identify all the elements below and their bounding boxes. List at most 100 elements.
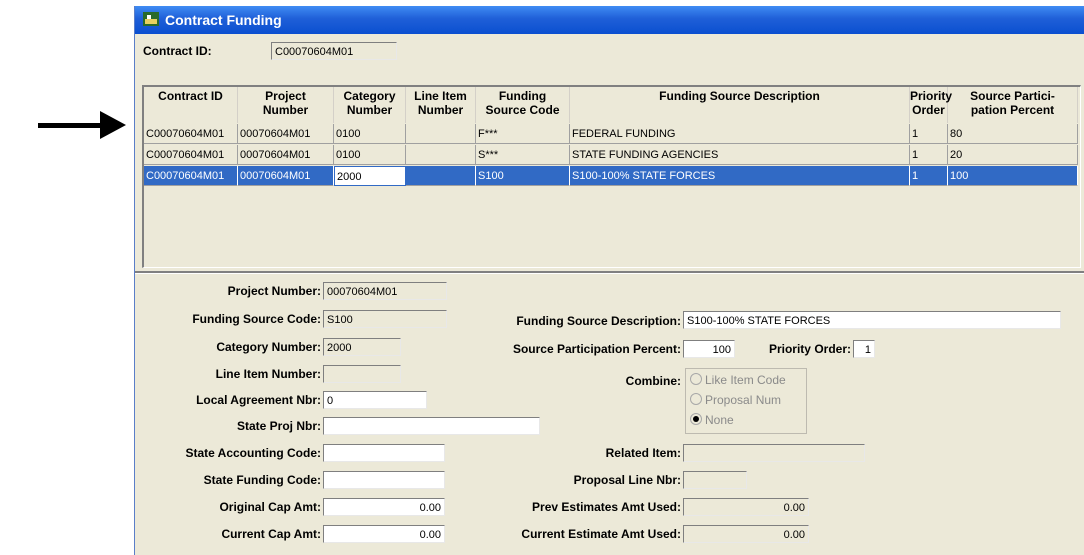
priority-order-label: Priority Order: — [768, 342, 851, 356]
radio-label: Proposal Num — [705, 393, 782, 407]
table-cell-source-participation-percent[interactable]: 20 — [948, 145, 1078, 165]
pointer-arrow-shaft — [38, 123, 103, 128]
table-cell-category-number[interactable]: 0100 — [334, 145, 406, 165]
prev-estimates-amt-used-label: Prev Estimates Amt Used: — [532, 500, 681, 514]
project-number-field[interactable]: 00070604M01 — [323, 282, 447, 300]
source-participation-percent-label: Source Participation Percent: — [512, 342, 681, 356]
column-header-project-number[interactable]: Project Number — [238, 87, 334, 123]
column-header-funding-source-description[interactable]: Funding Source Description — [570, 87, 910, 123]
pane-splitter-highlight — [135, 273, 1084, 274]
combine-option-none[interactable]: None — [690, 413, 734, 431]
related-item-label: Related Item: — [605, 446, 681, 460]
category-number-field[interactable]: 2000 — [323, 338, 401, 356]
table-cell-priority-order[interactable]: 1 — [910, 124, 948, 144]
current-cap-amt-field[interactable]: 0.00 — [323, 525, 445, 543]
table-cell-source-participation-percent[interactable]: 100 — [948, 166, 1078, 186]
combine-option-proposal-num[interactable]: Proposal Num — [690, 393, 781, 411]
related-item-field[interactable] — [683, 444, 865, 462]
line-item-number-label: Line Item Number: — [215, 367, 321, 381]
table-row[interactable]: C00070604M01 00070604M01 0100 S*** STATE FUN… — [144, 145, 1078, 165]
radio-checked-icon — [690, 413, 702, 425]
radio-unchecked-icon — [690, 373, 702, 385]
radio-label: None — [705, 413, 734, 427]
table-cell-contract-id[interactable]: C00070604M01 — [144, 124, 238, 144]
current-estimate-amt-used-field[interactable]: 0.00 — [683, 525, 809, 543]
proposal-line-nbr-label: Proposal Line Nbr: — [573, 473, 681, 487]
contract-id-label: Contract ID: — [143, 44, 212, 58]
column-header-line: Source Code — [485, 103, 560, 117]
radio-unchecked-icon — [690, 393, 702, 405]
title-bar[interactable]: Contract Funding — [135, 6, 1084, 34]
window-title: Contract Funding — [165, 12, 282, 28]
current-estimate-amt-used-label: Current Estimate Amt Used: — [521, 527, 681, 541]
table-cell-contract-id[interactable]: C00070604M01 — [144, 166, 238, 186]
contract-id-field[interactable]: C00070604M01 — [271, 42, 397, 60]
table-cell-funding-source-code[interactable]: S*** — [476, 145, 570, 165]
column-header-line: Number — [262, 103, 309, 117]
table-cell-category-number[interactable]: 0100 — [334, 124, 406, 144]
funding-source-description-field[interactable]: S100-100% STATE FORCES — [683, 311, 1061, 329]
table-cell-project-number[interactable]: 00070604M01 — [238, 124, 334, 144]
column-header-line: Category — [343, 89, 396, 103]
prev-estimates-amt-used-field[interactable]: 0.00 — [683, 498, 809, 516]
local-agreement-nbr-field[interactable]: 0 — [323, 391, 427, 409]
column-header-line: Project — [265, 89, 306, 103]
proposal-line-nbr-field[interactable] — [683, 471, 747, 489]
app-icon — [143, 12, 159, 26]
state-proj-nbr-field[interactable] — [323, 417, 540, 435]
column-header-line: Priority — [910, 89, 953, 103]
column-header-line-item-number[interactable]: Line Item Number — [406, 87, 476, 123]
table-cell-line-item-number[interactable] — [406, 145, 476, 165]
combine-option-like-item-code[interactable]: Like Item Code — [690, 373, 786, 391]
table-cell-priority-order[interactable]: 1 — [910, 145, 948, 165]
table-cell-funding-source-code[interactable]: S100 — [476, 166, 570, 186]
state-funding-code-label: State Funding Code: — [203, 473, 321, 487]
column-header-funding-source-code[interactable]: Funding Source Code — [476, 87, 570, 123]
table-cell-funding-source-description[interactable]: STATE FUNDING AGENCIES — [570, 145, 910, 165]
column-header-priority-order[interactable]: Priority Order — [910, 87, 953, 123]
combine-radio-group: Like Item Code Proposal Num None — [685, 368, 807, 434]
column-header-category-number[interactable]: Category Number — [334, 87, 406, 123]
priority-order-field[interactable]: 1 — [853, 340, 875, 358]
local-agreement-nbr-label: Local Agreement Nbr: — [196, 393, 321, 407]
project-number-label: Project Number: — [227, 284, 321, 298]
column-header-line: Funding — [498, 89, 547, 103]
state-funding-code-field[interactable] — [323, 471, 445, 489]
category-number-label: Category Number: — [216, 340, 321, 354]
table-cell-source-participation-percent[interactable]: 80 — [948, 124, 1078, 144]
table-cell-funding-source-description[interactable]: S100-100% STATE FORCES — [570, 166, 910, 186]
column-header-source-participation-percent[interactable]: Source Partici-pation Percent — [948, 87, 1078, 123]
table-cell-funding-source-code[interactable]: F*** — [476, 124, 570, 144]
combine-label: Combine: — [625, 374, 681, 388]
table-cell-category-number[interactable]: 2000 — [334, 166, 406, 186]
funding-source-code-field[interactable]: S100 — [323, 310, 447, 328]
column-header-line: Contract ID — [158, 89, 223, 103]
current-cap-amt-label: Current Cap Amt: — [221, 527, 321, 541]
table-cell-contract-id[interactable]: C00070604M01 — [144, 145, 238, 165]
column-header-line: Source Partici- — [970, 89, 1055, 103]
table-cell-line-item-number[interactable] — [406, 124, 476, 144]
funding-grid: Contract ID Project Number Category Number Li… — [142, 85, 1081, 268]
contract-funding-window: Contract Funding Contract ID: C00070604M… — [134, 6, 1084, 555]
column-header-line: Number — [417, 103, 464, 117]
column-header-line: Line Item — [414, 89, 467, 103]
line-item-number-field[interactable] — [323, 365, 401, 383]
column-header-line: pation Percent — [970, 103, 1055, 117]
table-cell-funding-source-description[interactable]: FEDERAL FUNDING — [570, 124, 910, 144]
state-accounting-code-field[interactable] — [323, 444, 445, 462]
table-cell-priority-order[interactable]: 1 — [910, 166, 948, 186]
column-header-line: Number — [346, 103, 393, 117]
table-row[interactable]: C00070604M01 00070604M01 2000 S100 S100-100%… — [144, 166, 1078, 186]
radio-label: Like Item Code — [705, 373, 786, 387]
column-header-contract-id[interactable]: Contract ID — [144, 87, 238, 123]
table-cell-project-number[interactable]: 00070604M01 — [238, 145, 334, 165]
table-row[interactable]: C00070604M01 00070604M01 0100 F*** FEDERAL F… — [144, 124, 1078, 144]
table-cell-line-item-number[interactable] — [406, 166, 476, 186]
original-cap-amt-field[interactable]: 0.00 — [323, 498, 445, 516]
table-cell-project-number[interactable]: 00070604M01 — [238, 166, 334, 186]
source-participation-percent-field[interactable]: 100 — [683, 340, 735, 358]
original-cap-amt-label: Original Cap Amt: — [219, 500, 321, 514]
funding-source-code-label: Funding Source Code: — [192, 312, 321, 326]
state-proj-nbr-label: State Proj Nbr: — [236, 419, 321, 433]
pointer-arrow-icon — [100, 111, 126, 139]
